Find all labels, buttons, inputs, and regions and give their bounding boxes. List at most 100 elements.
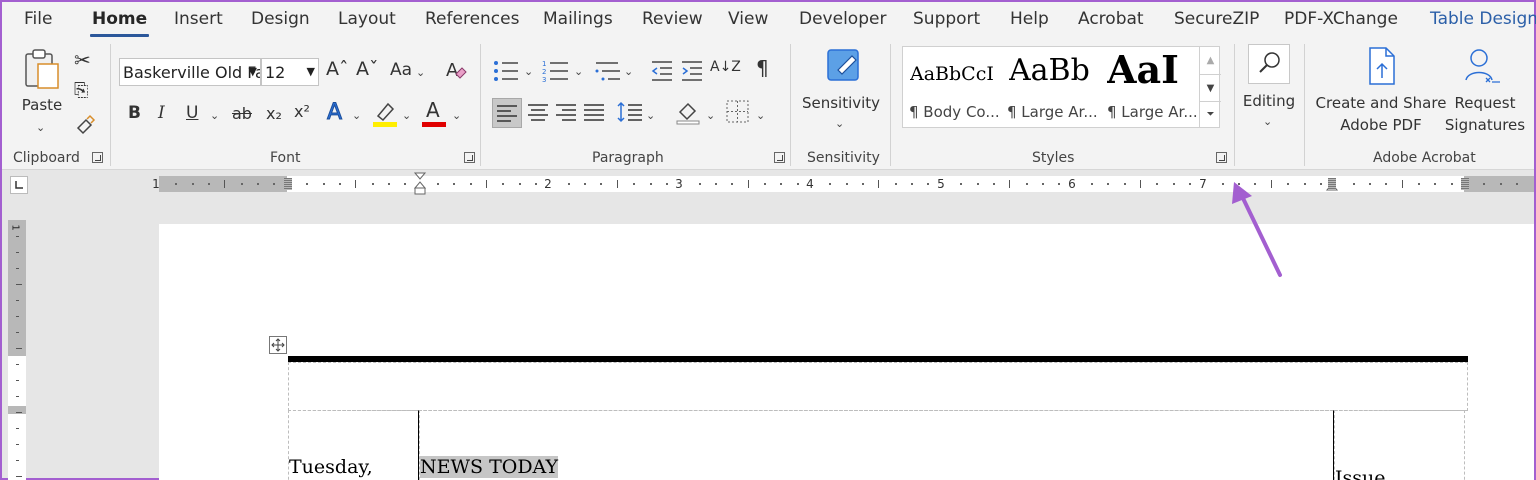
format-painter-icon[interactable] xyxy=(74,114,96,136)
bullets-icon[interactable] xyxy=(492,58,520,84)
decrease-indent-icon[interactable] xyxy=(650,58,674,84)
tab-review[interactable]: Review xyxy=(642,9,703,29)
shrink-font-icon[interactable]: Aˇ xyxy=(356,60,379,79)
styles-launcher-icon[interactable] xyxy=(1216,152,1227,163)
style-item-large-1[interactable]: AaBb ¶ Large Ar... xyxy=(1003,47,1103,127)
document-page[interactable]: Tuesday, NEWS TODAY Issue xyxy=(159,224,1534,480)
tab-mailings[interactable]: Mailings xyxy=(543,9,613,29)
create-share-pdf-button[interactable]: Create and Share xyxy=(1314,92,1448,114)
shading-dropdown-icon[interactable]: ⌄ xyxy=(706,110,715,121)
tab-support[interactable]: Support xyxy=(913,9,980,29)
ruler-tick xyxy=(306,183,308,185)
horizontal-ruler[interactable]: 1 2 3 4 5 6 7 1 xyxy=(152,172,1534,195)
copy-icon[interactable]: ⎘ xyxy=(74,82,88,100)
text-effects-icon[interactable]: A xyxy=(326,101,342,124)
tab-selector[interactable] xyxy=(10,176,28,194)
align-right-icon[interactable] xyxy=(552,98,580,126)
paste-button[interactable] xyxy=(22,48,62,90)
tab-view[interactable]: View xyxy=(728,9,768,29)
numbering-icon[interactable]: 123 xyxy=(542,58,570,84)
style-item-body[interactable]: AaBbCcI ¶ Body Co... xyxy=(903,47,1003,127)
tab-table-design[interactable]: Table Design xyxy=(1430,9,1536,29)
chevron-down-icon[interactable]: ▼ xyxy=(307,65,315,78)
style-item-large-2[interactable]: AaI ¶ Large Ar... xyxy=(1103,47,1199,127)
strikethrough-button[interactable]: ab xyxy=(232,106,252,122)
ruler-tick xyxy=(16,396,19,397)
multilevel-dropdown-icon[interactable]: ⌄ xyxy=(624,66,633,77)
tab-design[interactable]: Design xyxy=(251,9,310,29)
sensitivity-dropdown-icon[interactable]: ⌄ xyxy=(835,118,844,129)
cut-icon[interactable]: ✂ xyxy=(74,50,91,70)
request-signatures-button[interactable]: Request xyxy=(1442,92,1528,114)
bullets-dropdown-icon[interactable]: ⌄ xyxy=(524,66,533,77)
borders-icon[interactable] xyxy=(724,98,752,126)
align-left-button[interactable] xyxy=(492,98,522,128)
tab-developer[interactable]: Developer xyxy=(799,9,886,29)
tab-layout[interactable]: Layout xyxy=(338,9,396,29)
show-hide-marks-icon[interactable]: ¶ xyxy=(756,58,769,78)
group-divider xyxy=(890,44,891,166)
vertical-ruler[interactable]: 1 xyxy=(8,220,26,480)
styles-scroll-up-icon[interactable]: ▲ xyxy=(1199,47,1221,74)
create-pdf-icon[interactable] xyxy=(1364,46,1400,88)
justify-icon[interactable] xyxy=(580,98,608,126)
tab-home[interactable]: Home xyxy=(89,9,150,37)
table-cell-issue[interactable]: Issue xyxy=(1334,410,1465,480)
highlight-dropdown-icon[interactable]: ⌄ xyxy=(402,110,411,121)
table-header-cell[interactable] xyxy=(288,362,1468,411)
grow-font-icon[interactable]: Aˆ xyxy=(326,60,349,79)
subscript-button[interactable]: x₂ xyxy=(266,106,282,122)
request-signatures-icon[interactable] xyxy=(1462,46,1502,88)
table-cell-date[interactable]: Tuesday, xyxy=(288,410,419,480)
font-name-combo[interactable]: Baskerville Old Fa ▼ xyxy=(119,58,261,86)
table-move-handle[interactable] xyxy=(269,336,287,354)
clear-formatting-icon[interactable]: A xyxy=(444,58,468,84)
multilevel-list-icon[interactable] xyxy=(594,58,622,84)
tab-file[interactable]: File xyxy=(24,9,52,29)
bold-button[interactable]: B xyxy=(128,105,141,122)
paste-dropdown-icon[interactable]: ⌄ xyxy=(36,122,45,133)
tab-help[interactable]: Help xyxy=(1010,9,1049,29)
tab-references[interactable]: References xyxy=(425,9,519,29)
tab-acrobat[interactable]: Acrobat xyxy=(1078,9,1144,29)
group-label-font: Font xyxy=(270,150,301,166)
text-effects-dropdown-icon[interactable]: ⌄ xyxy=(352,110,361,121)
borders-dropdown-icon[interactable]: ⌄ xyxy=(756,110,765,121)
font-size-combo[interactable]: 12 ▼ xyxy=(261,58,319,86)
align-left-icon xyxy=(497,105,517,122)
tab-pdf-xchange[interactable]: PDF-XChange xyxy=(1284,9,1398,29)
sensitivity-button[interactable]: Sensitivity xyxy=(798,92,884,114)
ruler-ticks xyxy=(159,176,1534,192)
clipboard-launcher-icon[interactable] xyxy=(92,152,103,163)
annotation-arrow-icon xyxy=(1232,182,1282,277)
underline-dropdown-icon[interactable]: ⌄ xyxy=(210,110,219,121)
editing-dropdown-icon[interactable]: ⌄ xyxy=(1263,116,1272,127)
font-launcher-icon[interactable] xyxy=(464,152,475,163)
line-spacing-dropdown-icon[interactable]: ⌄ xyxy=(646,110,655,121)
sensitivity-icon[interactable] xyxy=(826,46,862,86)
editing-button[interactable] xyxy=(1248,44,1290,84)
underline-button[interactable]: U xyxy=(186,105,198,122)
superscript-button[interactable]: x² xyxy=(294,104,310,120)
align-center-icon[interactable] xyxy=(524,98,552,126)
paragraph-launcher-icon[interactable] xyxy=(774,152,785,163)
font-color-dropdown-icon[interactable]: ⌄ xyxy=(452,110,461,121)
chevron-down-icon[interactable]: ▼ xyxy=(249,65,257,78)
change-case-dropdown-icon[interactable]: ⌄ xyxy=(416,67,425,78)
italic-button[interactable]: I xyxy=(158,105,165,122)
styles-scroll-down-icon[interactable]: ▼ xyxy=(1199,74,1221,101)
sort-icon[interactable]: A↓Z xyxy=(710,60,741,74)
highlight-color-icon[interactable] xyxy=(372,100,398,128)
change-case-icon[interactable]: Aa xyxy=(390,62,412,79)
shading-icon[interactable] xyxy=(674,98,702,126)
table-cell-title[interactable]: NEWS TODAY xyxy=(419,410,1334,480)
styles-more-icon[interactable]: ⏷ xyxy=(1199,101,1221,127)
style-preview: AaBb xyxy=(1009,53,1090,88)
tab-insert[interactable]: Insert xyxy=(174,9,223,29)
ruler-tick xyxy=(16,460,19,461)
tab-securezip[interactable]: SecureZIP xyxy=(1174,9,1259,29)
line-spacing-icon[interactable] xyxy=(616,98,644,126)
increase-indent-icon[interactable] xyxy=(680,58,704,84)
font-color-icon[interactable]: A xyxy=(426,100,440,120)
numbering-dropdown-icon[interactable]: ⌄ xyxy=(574,66,583,77)
